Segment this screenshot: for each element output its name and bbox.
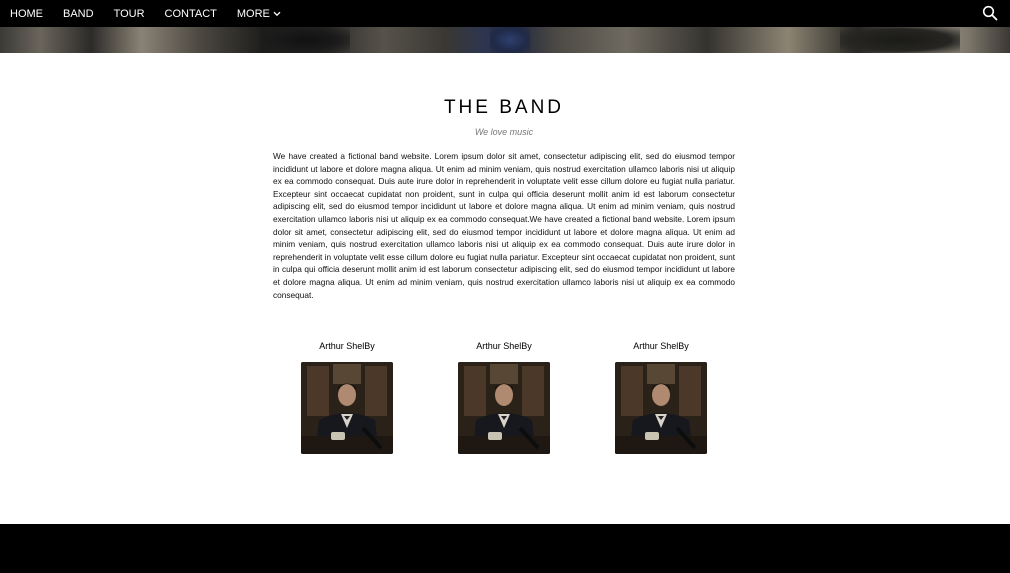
member-photo[interactable]: [458, 362, 550, 454]
member-photo[interactable]: [301, 362, 393, 454]
portrait-image: [615, 362, 707, 454]
nav-item-band[interactable]: BAND: [53, 0, 104, 27]
hero-shadow: [260, 27, 350, 53]
portrait-image: [458, 362, 550, 454]
search-icon[interactable]: [982, 5, 998, 21]
nav-item-label: CONTACT: [164, 7, 217, 20]
band-subtitle: We love music: [474, 127, 534, 137]
band-description: We have created a fictional band website…: [273, 151, 735, 300]
hero-figure: [490, 27, 530, 53]
top-navigation: HOME BAND TOUR CONTACT MORE: [0, 0, 1010, 27]
members-row: Arthur ShelBy Arthur ShelBy Arthur ShelB…: [272, 340, 736, 454]
chevron-down-icon: [273, 11, 281, 16]
nav-item-label: BAND: [63, 7, 94, 20]
member-name: Arthur ShelBy: [476, 341, 532, 351]
hero-image: [0, 27, 1010, 53]
band-title: THE BAND: [443, 97, 565, 118]
nav-item-label: TOUR: [113, 7, 145, 20]
member-name: Arthur ShelBy: [633, 341, 689, 351]
member-name: Arthur ShelBy: [319, 341, 375, 351]
band-section: THE BAND We love music We have created a…: [272, 97, 736, 301]
nav-item-label: MORE: [236, 7, 270, 20]
nav-item-more[interactable]: MORE: [227, 0, 291, 27]
nav-item-home[interactable]: HOME: [0, 0, 53, 27]
member-card: Arthur ShelBy: [458, 340, 550, 454]
nav-item-label: HOME: [10, 7, 43, 20]
hero-shadow: [840, 27, 960, 53]
nav-item-tour[interactable]: TOUR: [104, 0, 155, 27]
footer: [0, 524, 1010, 573]
nav-item-contact[interactable]: CONTACT: [155, 0, 227, 27]
member-photo[interactable]: [615, 362, 707, 454]
member-card: Arthur ShelBy: [615, 340, 707, 454]
portrait-image: [301, 362, 393, 454]
member-card: Arthur ShelBy: [301, 340, 393, 454]
